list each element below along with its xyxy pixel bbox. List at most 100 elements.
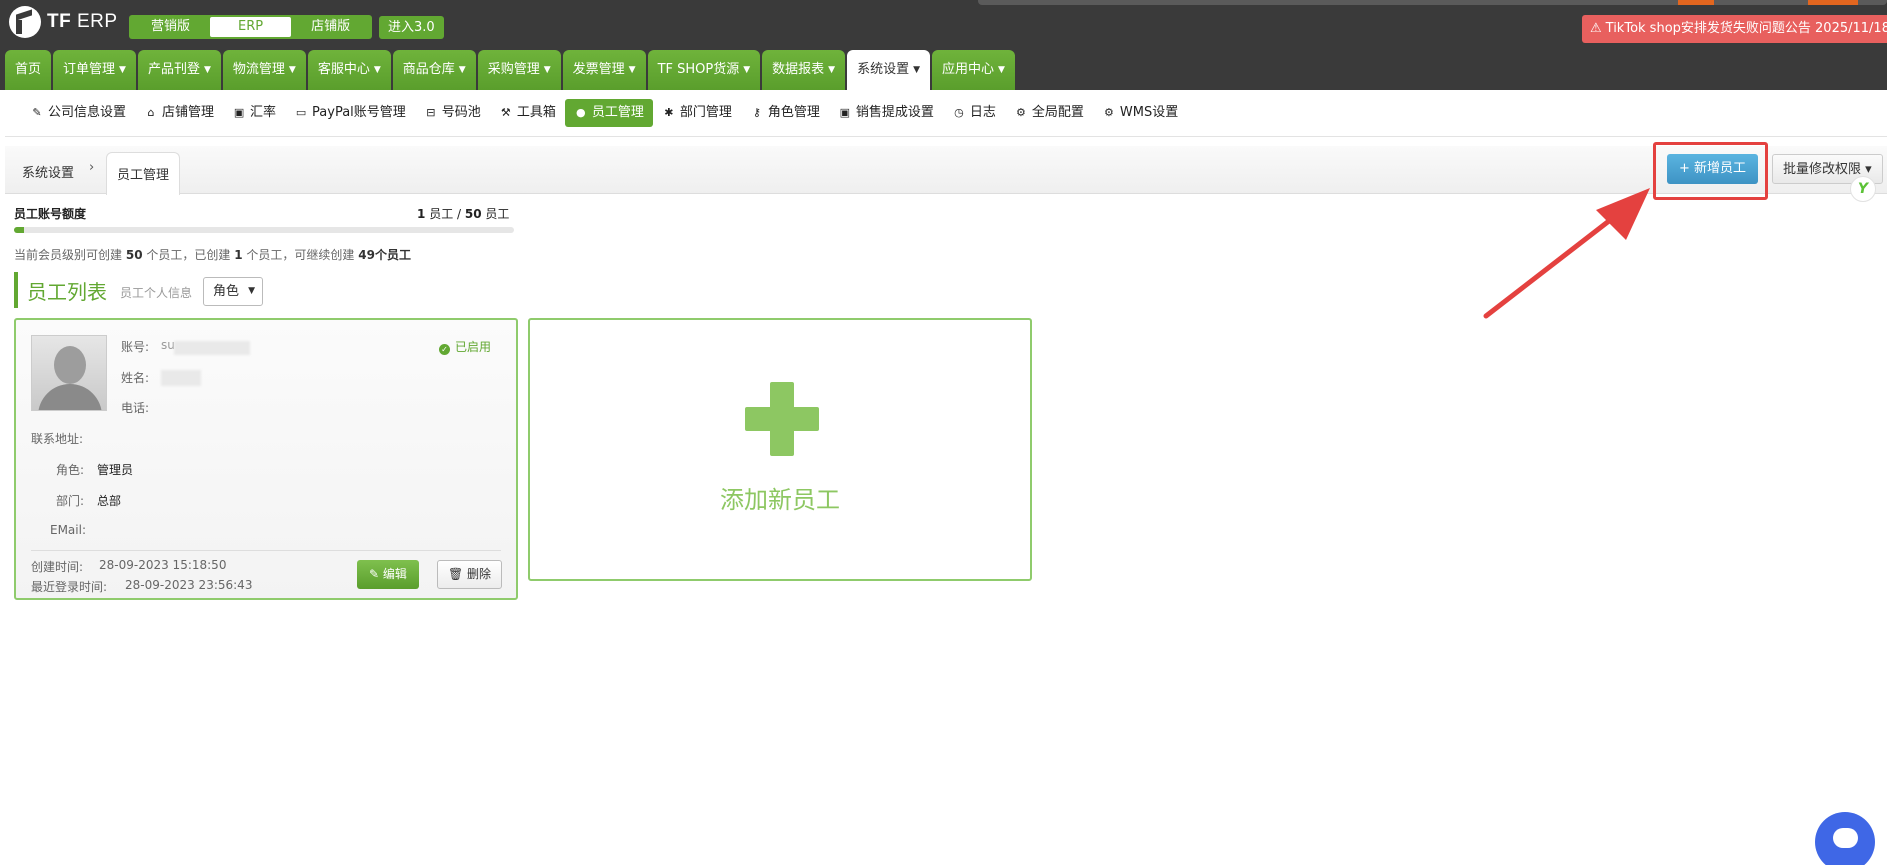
caret-down-icon: ▼ [828, 65, 836, 75]
role-value: 管理员 [97, 463, 134, 477]
account-label: 账号: [121, 340, 150, 354]
caret-down-icon: ▼ [458, 65, 466, 75]
redacted-account [174, 341, 250, 355]
breadcrumb-root[interactable]: 系统设置 [22, 162, 74, 181]
warning-icon: ⚠ [1590, 21, 1602, 36]
gear-icon: ⚙ [1103, 106, 1114, 119]
tab-employee-management[interactable]: 员工管理 [106, 152, 181, 195]
home-icon: ⌂ [147, 106, 155, 119]
add-employee-button[interactable]: + 新增员工 [1667, 154, 1759, 184]
app-logo[interactable]: TF ERP [9, 6, 118, 38]
user-icon: ● [576, 106, 586, 119]
subnav-departments[interactable]: ✱ 部门管理 [653, 99, 741, 127]
top-scrollbar[interactable] [978, 0, 1887, 5]
name-label: 姓名: [121, 371, 150, 385]
subnav-employee-management[interactable]: ● 员工管理 [564, 99, 653, 127]
created-time-label: 创建时间: [31, 560, 84, 574]
main-nav: 首页 订单管理 ▼ 产品刊登 ▼ 物流管理 ▼ 客服中心 ▼ 商品仓库 ▼ 采购管理 ▼ 发… [5, 50, 1015, 90]
edit-icon: ✎ [32, 106, 42, 119]
wrench-icon: ⚒ [500, 106, 511, 119]
role-filter-select[interactable]: 角色 ▼ [203, 277, 263, 306]
section-title: 员工列表 [27, 280, 107, 304]
subnav-toolbox[interactable]: ⚒ 工具箱 [490, 99, 565, 127]
version-erp[interactable]: ERP [210, 17, 292, 37]
quota-count: 1 员工 / 50 员工 [417, 207, 510, 221]
nav-home[interactable]: 首页 [5, 50, 52, 90]
caret-down-icon: ▼ [743, 65, 751, 75]
check-circle-icon: ✓ [439, 344, 450, 355]
logo-icon [9, 6, 41, 38]
nav-logistics[interactable]: 物流管理 ▼ [222, 50, 306, 90]
section-accent-bar [14, 272, 18, 308]
caret-down-icon: ▼ [913, 65, 921, 75]
nav-orders[interactable]: 订单管理 ▼ [53, 50, 136, 90]
edit-button[interactable]: ✎ 编辑 [357, 560, 419, 589]
caret-down-icon: ▼ [373, 65, 381, 75]
nav-warehouse[interactable]: 商品仓库 ▼ [392, 50, 476, 90]
quota-description: 当前会员级别可创建 50 个员工，已创建 1 个员工，可继续创建 49个员工 [14, 248, 411, 262]
section-subtitle: 员工个人信息 [120, 286, 193, 300]
chat-support-button[interactable] [1815, 812, 1875, 865]
nav-listing[interactable]: 产品刊登 ▼ [137, 50, 221, 90]
money-icon: ▣ [839, 106, 851, 119]
chat-bubble-icon [1833, 828, 1858, 848]
last-login-value: 28-09-2023 23:56:43 [125, 578, 253, 592]
caret-down-icon: ▼ [203, 65, 211, 75]
nav-purchasing[interactable]: 采购管理 ▼ [477, 50, 561, 90]
add-employee-card[interactable]: 添加新员工 [528, 318, 1032, 581]
department-label: 部门: [56, 494, 85, 508]
version-marketing[interactable]: 营销版 [131, 17, 210, 37]
nav-customer-service[interactable]: 客服中心 ▼ [307, 50, 391, 90]
asterisk-icon: ✱ [664, 106, 674, 119]
quota-title: 员工账号额度 [14, 207, 87, 221]
inbox-icon: ⊟ [426, 106, 436, 119]
redacted-name [161, 370, 201, 386]
email-label: EMail: [50, 523, 86, 537]
subnav-number-pool[interactable]: ⊟ 号码池 [415, 99, 490, 127]
subnav-company-info[interactable]: ✎ 公司信息设置 [21, 99, 135, 127]
version-shop[interactable]: 店铺版 [291, 17, 370, 37]
last-login-label: 最近登录时间: [31, 580, 108, 594]
delete-button[interactable]: 🗑 删除 [437, 560, 503, 589]
enter-3-button[interactable]: 进入3.0 [379, 16, 444, 39]
subnav-sales-commission[interactable]: ▣ 销售提成设置 [829, 99, 943, 127]
subnav-shop-management[interactable]: ⌂ 店铺管理 [135, 99, 223, 127]
card-divider [31, 550, 501, 551]
sub-nav: ✎ 公司信息设置 ⌂ 店铺管理 ▣ 汇率 ▭ PayPal账号管理 ⊟ 号码池 ⚒ 工具箱 … [5, 90, 1887, 137]
add-employee-label: 添加新员工 [720, 486, 840, 514]
employee-card: 账号: su 姓名: 电话: ✓ 已启用 联系地址: 角色: 管理员 部门: 总部… [14, 318, 518, 600]
annotation-arrow [1483, 188, 1650, 319]
nav-app-center[interactable]: 应用中心 ▼ [932, 50, 1015, 90]
caret-down-icon: ▼ [288, 65, 296, 75]
nav-invoices[interactable]: 发票管理 ▼ [562, 50, 646, 90]
caret-down-icon: ▼ [543, 65, 551, 75]
subnav-exchange-rate[interactable]: ▣ 汇率 [223, 99, 285, 127]
nav-reports[interactable]: 数据报表 ▼ [762, 50, 846, 90]
nav-system-settings[interactable]: 系统设置 ▼ [847, 50, 931, 90]
subnav-roles[interactable]: ⚷ 角色管理 [741, 99, 829, 127]
quota-progress-fill [14, 227, 24, 233]
money-icon: ▣ [233, 106, 245, 119]
avatar [31, 335, 107, 411]
key-icon: ⚷ [752, 106, 761, 119]
quota-progress-bar [14, 227, 514, 233]
nav-tf-shop[interactable]: TF SHOP货源 ▼ [647, 50, 761, 90]
account-value: su [161, 338, 175, 352]
subnav-paypal[interactable]: ▭ PayPal账号管理 [285, 99, 415, 127]
clock-icon: ◷ [954, 106, 964, 119]
subnav-log[interactable]: ◷ 日志 [943, 99, 1005, 127]
announcement-banner[interactable]: ⚠ TikTok shop安排发货失败问题公告 2025/11/18 [1582, 15, 1887, 43]
chevron-down-icon: ▼ [248, 286, 255, 296]
phone-label: 电话: [121, 401, 150, 415]
breadcrumb: 系统设置 › 员工管理 [5, 146, 1887, 195]
chevron-right-icon: › [89, 160, 95, 175]
address-label: 联系地址: [31, 432, 84, 446]
caret-down-icon: ▼ [628, 65, 636, 75]
created-time-value: 28-09-2023 15:18:50 [99, 558, 227, 572]
subnav-global-config[interactable]: ⚙ 全局配置 [1005, 99, 1093, 127]
version-switch: 营销版 ERP 店铺版 [129, 15, 373, 39]
status-badge: ✓ 已启用 [439, 338, 491, 355]
department-value: 总部 [97, 494, 122, 508]
y-badge-icon[interactable]: Y [1850, 176, 1876, 202]
subnav-wms-settings[interactable]: ⚙ WMS设置 [1093, 99, 1187, 127]
